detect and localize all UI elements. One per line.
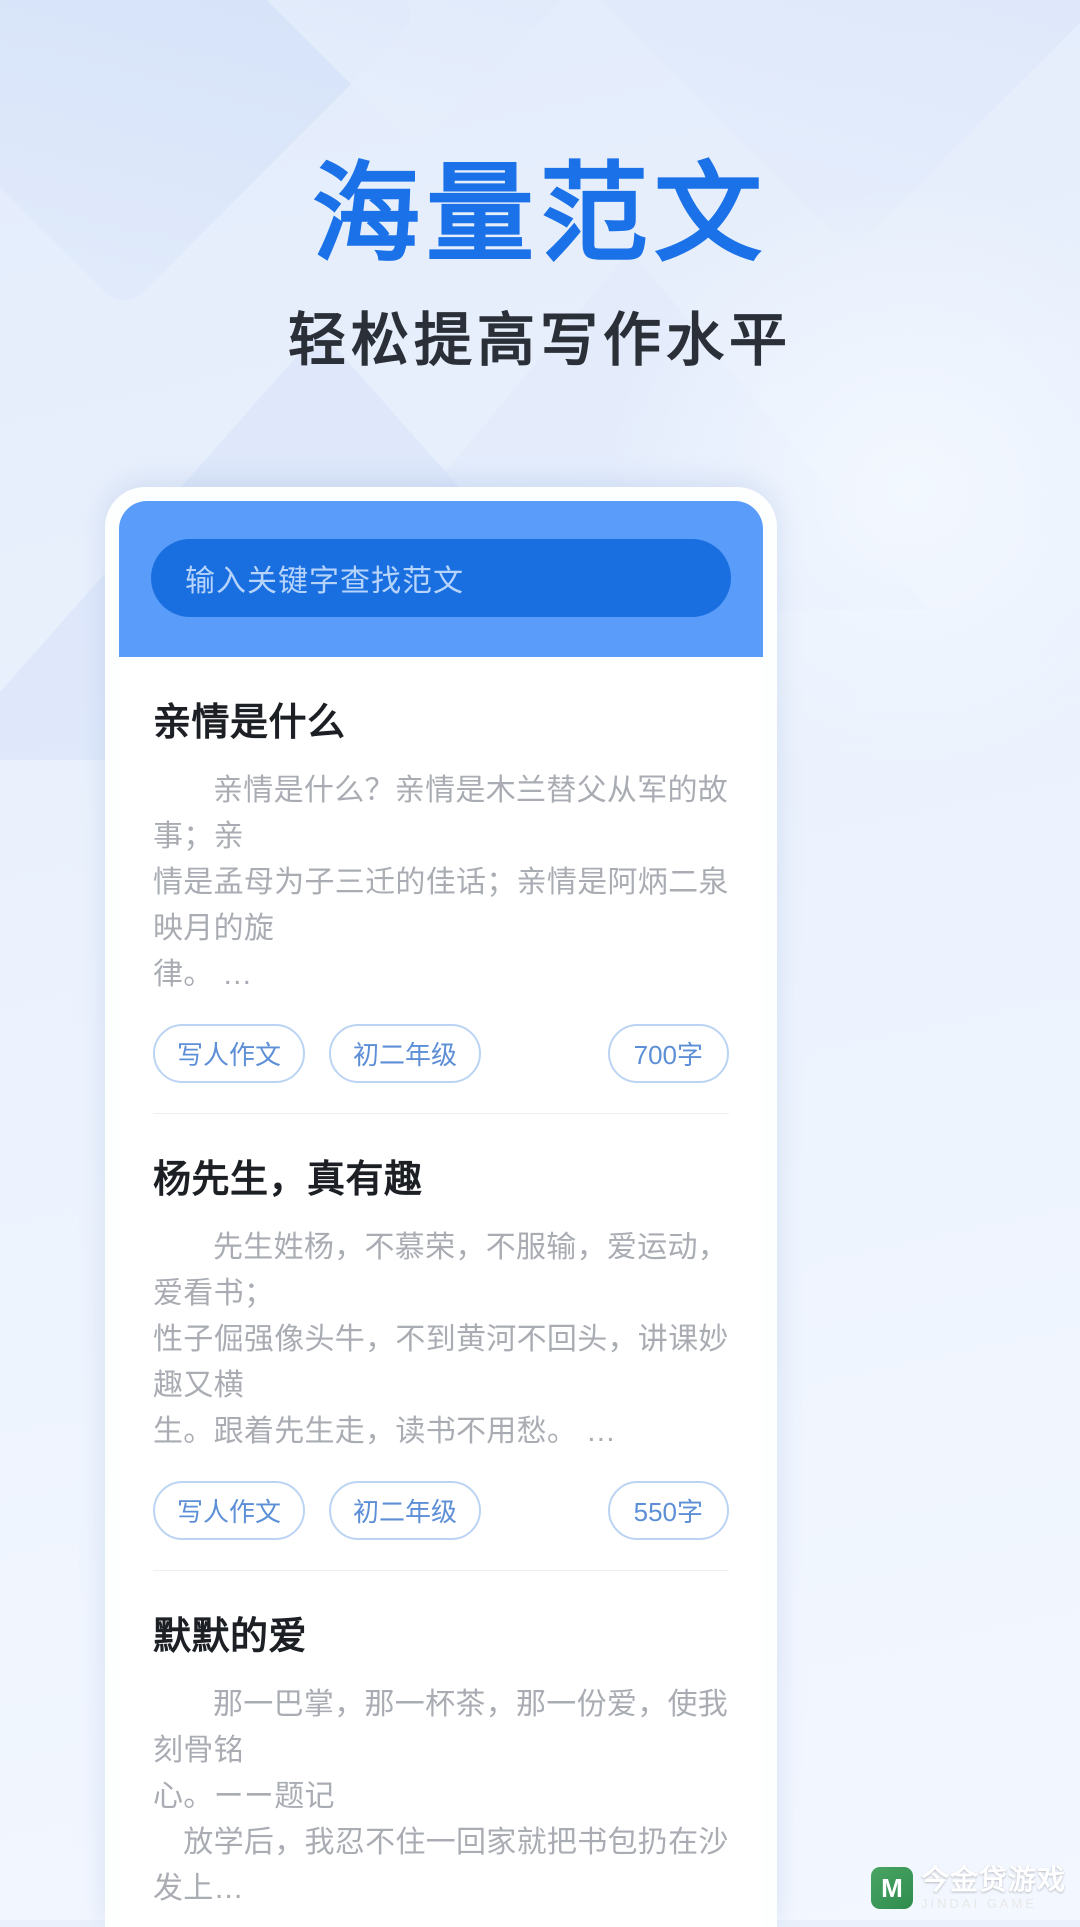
hero-section: 海量范文 轻松提高写作水平 [0, 0, 1080, 376]
watermark: 今金贷游戏 JINDAI GAME [865, 1862, 1072, 1914]
watermark-main-label: 今金贷游戏 [920, 1864, 1066, 1895]
article-title: 默默的爱 [153, 1616, 308, 1658]
app-header: 输入关键字查找范文 [119, 501, 763, 657]
excerpt-line: 情是孟母为子三迁的佳话；亲情是阿炳二泉映月的旋 [153, 866, 729, 945]
list-item[interactable]: 杨先生，真有趣 先生姓杨，不慕荣，不服输，爱运动，爱看书； 性子倔强像头牛，不到… [153, 1114, 729, 1570]
phone-mockup: 输入关键字查找范文 亲情是什么 亲情是什么？亲情是木兰替父从军的故事；亲 情是孟… [105, 487, 777, 1927]
article-meta: 写人作文 初二年级 550字 [153, 1481, 729, 1540]
article-excerpt: 亲情是什么？亲情是木兰替父从军的故事；亲 情是孟母为子三迁的佳话；亲情是阿炳二泉… [153, 768, 729, 998]
excerpt-line: 性子倔强像头牛，不到黄河不回头，讲课妙趣又横 [153, 1323, 729, 1402]
watermark-sub-label: JINDAI GAME [920, 1896, 1038, 1911]
search-input[interactable]: 输入关键字查找范文 [151, 539, 731, 617]
excerpt-line: 亲情是什么？亲情是木兰替父从军的故事；亲 [153, 774, 729, 853]
article-excerpt: 那一巴掌，那一杯茶，那一份爱，使我刻骨铭 心。ーー题记 放学后，我忍不住一回家就… [153, 1682, 729, 1912]
wordcount-badge: 550字 [607, 1481, 729, 1540]
article-list: 亲情是什么 亲情是什么？亲情是木兰替父从军的故事；亲 情是孟母为子三迁的佳话；亲… [119, 657, 763, 1927]
tag-category[interactable]: 写人作文 [153, 1481, 306, 1540]
page-subtitle: 轻松提高写作水平 [287, 308, 792, 374]
tag-grade[interactable]: 初二年级 [329, 1481, 482, 1540]
article-title: 亲情是什么 [153, 702, 346, 744]
excerpt-line: 心。ーー题记 [153, 1780, 335, 1813]
tag-category[interactable]: 写人作文 [153, 1024, 306, 1083]
excerpt-line: 律。 … [153, 958, 253, 991]
article-meta: 写人作文 初二年级 700字 [153, 1024, 729, 1083]
search-placeholder-text: 输入关键字查找范文 [185, 565, 464, 598]
phone-screen: 输入关键字查找范文 亲情是什么 亲情是什么？亲情是木兰替父从军的故事；亲 情是孟… [119, 501, 763, 1927]
excerpt-line: 放学后，我忍不住一回家就把书包扔在沙发上… [153, 1826, 729, 1905]
excerpt-line: 那一巴掌，那一杯茶，那一份爱，使我刻骨铭 [153, 1688, 729, 1767]
watermark-logo-icon [870, 1867, 913, 1909]
tag-grade[interactable]: 初二年级 [329, 1024, 482, 1083]
list-item[interactable]: 亲情是什么 亲情是什么？亲情是木兰替父从军的故事；亲 情是孟母为子三迁的佳话；亲… [153, 657, 729, 1113]
excerpt-line: 先生姓杨，不慕荣，不服输，爱运动，爱看书； [153, 1231, 729, 1310]
list-item[interactable]: 默默的爱 那一巴掌，那一杯茶，那一份爱，使我刻骨铭 心。ーー题记 放学后，我忍不… [153, 1571, 729, 1927]
wordcount-badge: 700字 [607, 1024, 729, 1083]
excerpt-line: 生。跟着先生走，读书不用愁。 … [153, 1415, 617, 1448]
page-title: 海量范文 [311, 153, 768, 274]
watermark-text: 今金贷游戏 JINDAI GAME [920, 1864, 1066, 1911]
article-excerpt: 先生姓杨，不慕荣，不服输，爱运动，爱看书； 性子倔强像头牛，不到黄河不回头，讲课… [153, 1225, 729, 1455]
article-title: 杨先生，真有趣 [153, 1159, 423, 1201]
